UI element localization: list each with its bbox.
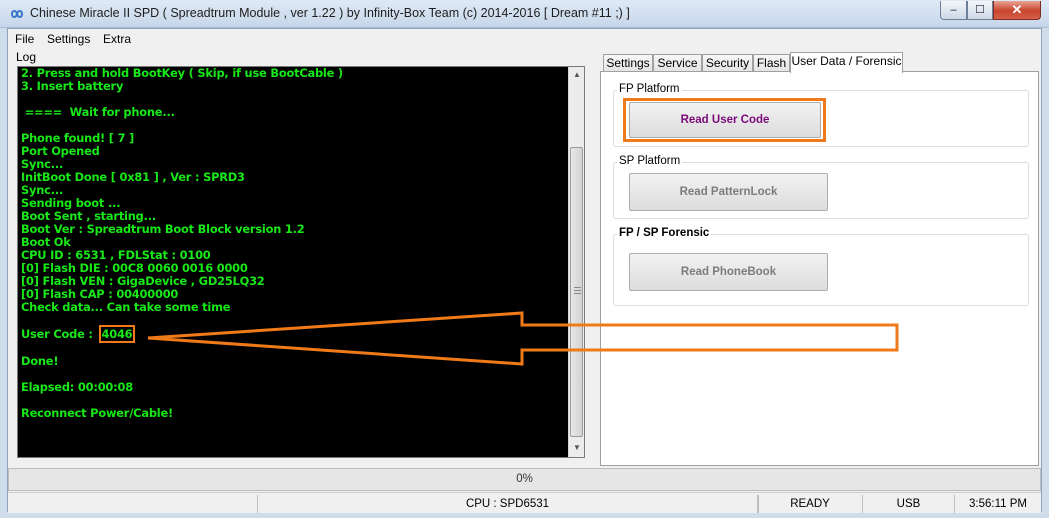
tab-flash[interactable]: Flash	[753, 54, 790, 72]
read-user-code-button[interactable]: Read User Code	[629, 102, 821, 138]
tab-security[interactable]: Security	[702, 54, 753, 72]
log-line: 3. Insert battery	[21, 79, 124, 93]
maximize-button[interactable]: ☐	[967, 1, 993, 20]
sp-platform-title: SP Platform	[617, 155, 683, 167]
user-code-line: User Code : 4046	[21, 325, 561, 343]
status-cpu: CPU : SPD6531	[258, 495, 758, 513]
log-scrollbar[interactable]: ▲ ▼	[568, 67, 584, 457]
user-code-label: User Code :	[21, 327, 97, 341]
log-line: Elapsed: 00:00:08	[21, 380, 133, 394]
menu-bar: File Settings Extra	[8, 29, 1041, 49]
status-time: 3:56:11 PM	[969, 498, 1027, 510]
status-panel	[8, 495, 258, 513]
log-lines: 2. Press and hold BootKey ( Skip, if use…	[21, 67, 561, 420]
log-output[interactable]: 2. Press and hold BootKey ( Skip, if use…	[17, 66, 585, 458]
minimize-button[interactable]: –	[940, 1, 967, 20]
menu-extra[interactable]: Extra	[103, 32, 131, 46]
log-line: Reconnect Power/Cable!	[21, 406, 174, 420]
menu-file[interactable]: File	[15, 32, 34, 46]
window-title: Chinese Miracle II SPD ( Spreadtrum Modu…	[30, 6, 630, 20]
log-line: ==== Wait for phone...	[21, 105, 175, 119]
log-line: Check data... Can take some time	[21, 300, 231, 314]
status-bar: CPU : SPD6531 READY USB 3:56:11 PM	[8, 492, 1041, 513]
title-bar[interactable]: Chinese Miracle II SPD ( Spreadtrum Modu…	[0, 0, 1049, 28]
read-patternlock-button[interactable]: Read PatternLock	[629, 173, 828, 211]
fp-platform-title: FP Platform	[617, 83, 682, 95]
status-state: READY	[758, 495, 863, 513]
menu-settings[interactable]: Settings	[47, 32, 90, 46]
tab-service[interactable]: Service	[653, 54, 702, 72]
grip-icon	[574, 287, 581, 294]
user-code-value: 4046	[98, 325, 136, 343]
status-connection: USB	[863, 495, 955, 513]
main-window: File Settings Extra Log 2. Press and hol…	[7, 28, 1043, 513]
log-line: Port Opened	[21, 144, 100, 158]
tab-panel-user-data: FP Platform Read User Code SP Platform R…	[600, 71, 1039, 466]
log-line: Boot Ver : Spreadtrum Boot Block version…	[21, 222, 305, 236]
log-label: Log	[16, 50, 37, 64]
tab-settings[interactable]: Settings	[603, 54, 653, 72]
progress-text: 0%	[516, 473, 533, 485]
scroll-up-icon[interactable]: ▲	[569, 67, 585, 83]
infinity-icon	[10, 10, 24, 18]
read-phonebook-button[interactable]: Read PhoneBook	[629, 253, 828, 291]
scrollbar-thumb[interactable]	[570, 147, 583, 437]
tab-strip: Settings Service Security Flash User Dat…	[603, 52, 1043, 73]
progress-bar: 0%	[8, 468, 1041, 491]
log-line: Phone found! [ 7 ]	[21, 131, 135, 145]
log-line: Done!	[21, 354, 59, 368]
tab-user-data-forensic[interactable]: User Data / Forensic	[790, 52, 903, 73]
scroll-down-icon[interactable]: ▼	[569, 440, 585, 456]
close-button[interactable]: ✕	[993, 1, 1041, 20]
log-line: InitBoot Done [ 0x81 ] , Ver : SPRD3	[21, 170, 245, 184]
forensic-title: FP / SP Forensic	[617, 227, 712, 239]
